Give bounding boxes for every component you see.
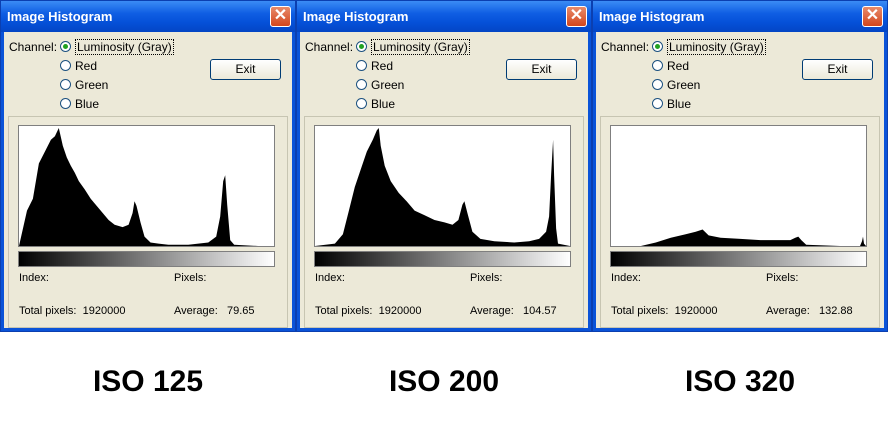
iso-caption: ISO 320 — [684, 365, 796, 398]
total-pixels-label: Total pixels: — [611, 305, 669, 317]
close-icon: ✕ — [569, 7, 584, 24]
total-pixels-value: 1920000 — [82, 305, 126, 317]
histogram-panel: Index: Pixels: Total pixels: 1920000 Averag… — [600, 116, 880, 328]
histogram-panel: Index: Pixels: Total pixels: 1920000 Averag… — [304, 116, 584, 328]
average-value: 104.57 — [523, 305, 557, 317]
pixels-label: Pixels: — [174, 272, 207, 284]
exit-button[interactable]: Exit — [506, 59, 577, 80]
radio-button-icon[interactable] — [356, 79, 367, 91]
histogram-window: Image Histogram ✕ Channel: Luminosity (Gray… — [296, 0, 592, 332]
radio-button-icon[interactable] — [652, 41, 663, 53]
window-client: Channel: Luminosity (Gray) Red Green Blue Exi… — [4, 32, 292, 328]
channel-option-label: Green — [371, 78, 405, 92]
channel-option-label: Blue — [371, 97, 396, 111]
window-title: Image Histogram — [303, 9, 409, 24]
channel-option-label: Red — [667, 59, 690, 73]
histogram-plot — [314, 125, 571, 247]
pixels-label: Pixels: — [470, 272, 503, 284]
total-pixels-value: 1920000 — [378, 305, 422, 317]
pixels-label: Pixels: — [766, 272, 799, 284]
window-title: Image Histogram — [7, 9, 113, 24]
close-icon: ✕ — [865, 7, 880, 24]
window-client: Channel: Luminosity (Gray) Red Green Blue Exi… — [300, 32, 588, 328]
radio-button-icon[interactable] — [60, 41, 71, 53]
close-button[interactable]: ✕ — [862, 6, 883, 27]
luminosity-gradient-bar — [314, 251, 571, 267]
channel-radio-0[interactable]: Luminosity (Gray) — [356, 39, 470, 56]
histogram-svg — [611, 229, 866, 246]
close-icon: ✕ — [273, 7, 288, 24]
channel-radio-0[interactable]: Luminosity (Gray) — [60, 39, 174, 56]
channel-option-label: Red — [371, 59, 394, 73]
channel-radio-3[interactable]: Blue — [60, 97, 99, 113]
close-button[interactable]: ✕ — [566, 6, 587, 27]
luminosity-gradient-bar — [18, 251, 275, 267]
channel-radio-1[interactable]: Red — [356, 59, 393, 75]
title-bar[interactable]: Image Histogram ✕ — [1, 1, 295, 32]
channel-radio-2[interactable]: Green — [652, 78, 700, 94]
average-label: Average: — [174, 305, 218, 317]
channel-option-label: Green — [75, 78, 109, 92]
radio-button-icon[interactable] — [356, 41, 367, 53]
index-label: Index: — [611, 272, 641, 284]
iso-caption: ISO 200 — [388, 365, 500, 398]
histogram-plot — [18, 125, 275, 247]
channel-radio-2[interactable]: Green — [356, 78, 404, 94]
histogram-area — [19, 128, 274, 246]
histogram-window: Image Histogram ✕ Channel: Luminosity (Gray… — [0, 0, 296, 332]
average-label: Average: — [470, 305, 514, 317]
exit-button[interactable]: Exit — [802, 59, 873, 80]
radio-button-icon[interactable] — [60, 60, 71, 72]
channel-label: Channel: — [9, 40, 58, 54]
average-label: Average: — [766, 305, 810, 317]
histogram-plot — [610, 125, 867, 247]
channel-option-label: Red — [75, 59, 98, 73]
histogram-svg — [19, 128, 274, 246]
histogram-panel: Index: Pixels: Total pixels: 1920000 Averag… — [8, 116, 288, 328]
radio-button-icon[interactable] — [60, 98, 71, 110]
channel-option-label: Green — [667, 78, 701, 92]
radio-button-icon[interactable] — [60, 79, 71, 91]
radio-button-icon[interactable] — [652, 98, 663, 110]
luminosity-gradient-bar — [610, 251, 867, 267]
channel-radio-3[interactable]: Blue — [652, 97, 691, 113]
channel-option-label: Blue — [75, 97, 100, 111]
channel-option-label: Luminosity (Gray) — [75, 39, 174, 55]
radio-button-icon[interactable] — [652, 79, 663, 91]
iso-caption: ISO 125 — [92, 365, 204, 398]
close-button[interactable]: ✕ — [270, 6, 291, 27]
histogram-area — [315, 128, 570, 246]
histogram-window: Image Histogram ✕ Channel: Luminosity (Gray… — [592, 0, 888, 332]
channel-option-label: Luminosity (Gray) — [371, 39, 470, 55]
average-value: 79.65 — [227, 305, 255, 317]
index-label: Index: — [19, 272, 49, 284]
channel-radio-1[interactable]: Red — [60, 59, 97, 75]
channel-label: Channel: — [305, 40, 354, 54]
channel-radio-1[interactable]: Red — [652, 59, 689, 75]
average-value: 132.88 — [819, 305, 853, 317]
title-bar[interactable]: Image Histogram ✕ — [297, 1, 591, 32]
channel-label: Channel: — [601, 40, 650, 54]
index-label: Index: — [315, 272, 345, 284]
channel-radio-2[interactable]: Green — [60, 78, 108, 94]
channel-radio-3[interactable]: Blue — [356, 97, 395, 113]
channel-option-label: Blue — [667, 97, 692, 111]
channel-option-label: Luminosity (Gray) — [667, 39, 766, 55]
histogram-svg — [315, 128, 570, 246]
title-bar[interactable]: Image Histogram ✕ — [593, 1, 887, 32]
total-pixels-label: Total pixels: — [315, 305, 373, 317]
radio-button-icon[interactable] — [356, 60, 367, 72]
radio-button-icon[interactable] — [356, 98, 367, 110]
total-pixels-value: 1920000 — [674, 305, 718, 317]
window-client: Channel: Luminosity (Gray) Red Green Blue Exi… — [596, 32, 884, 328]
total-pixels-label: Total pixels: — [19, 305, 77, 317]
radio-button-icon[interactable] — [652, 60, 663, 72]
channel-radio-0[interactable]: Luminosity (Gray) — [652, 39, 766, 56]
window-title: Image Histogram — [599, 9, 705, 24]
histogram-area — [611, 229, 866, 246]
exit-button[interactable]: Exit — [210, 59, 281, 80]
